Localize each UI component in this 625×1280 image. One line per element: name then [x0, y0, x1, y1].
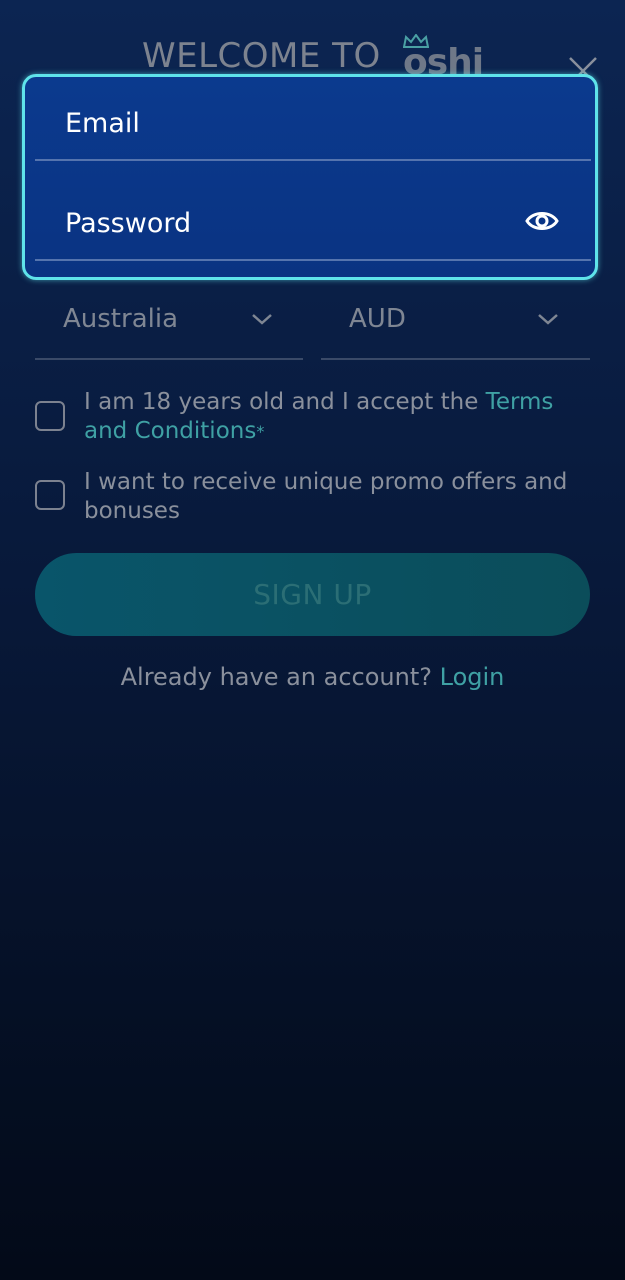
email-field-wrapper: [35, 77, 591, 161]
currency-select[interactable]: AUD: [321, 294, 590, 360]
login-prompt: Already have an account? Login: [0, 663, 625, 691]
age-terms-label: I am 18 years old and I accept the Terms…: [84, 388, 584, 446]
promo-checkbox[interactable]: [35, 480, 65, 510]
welcome-title: WELCOME TO: [142, 36, 381, 76]
chevron-down-icon: [252, 314, 272, 325]
password-field-wrapper: [35, 177, 591, 261]
email-underline: [35, 159, 591, 161]
credentials-panel: [22, 74, 598, 280]
password-underline: [35, 259, 591, 261]
login-link[interactable]: Login: [440, 663, 505, 691]
eye-icon[interactable]: [525, 207, 559, 235]
signup-button[interactable]: SIGN UP: [35, 553, 590, 636]
email-field[interactable]: [63, 99, 507, 147]
age-terms-checkbox[interactable]: [35, 401, 65, 431]
header: WELCOME TO oshi: [0, 30, 625, 85]
required-asterisk: *: [256, 422, 265, 441]
password-field[interactable]: [63, 199, 507, 247]
age-terms-text: I am 18 years old and I accept the: [84, 389, 486, 415]
country-select[interactable]: Australia: [35, 294, 303, 360]
promo-label: I want to receive unique promo offers an…: [84, 469, 568, 524]
chevron-down-icon: [538, 314, 558, 325]
already-account-text: Already have an account?: [120, 663, 440, 691]
currency-value: AUD: [349, 304, 406, 334]
country-value: Australia: [63, 304, 179, 334]
